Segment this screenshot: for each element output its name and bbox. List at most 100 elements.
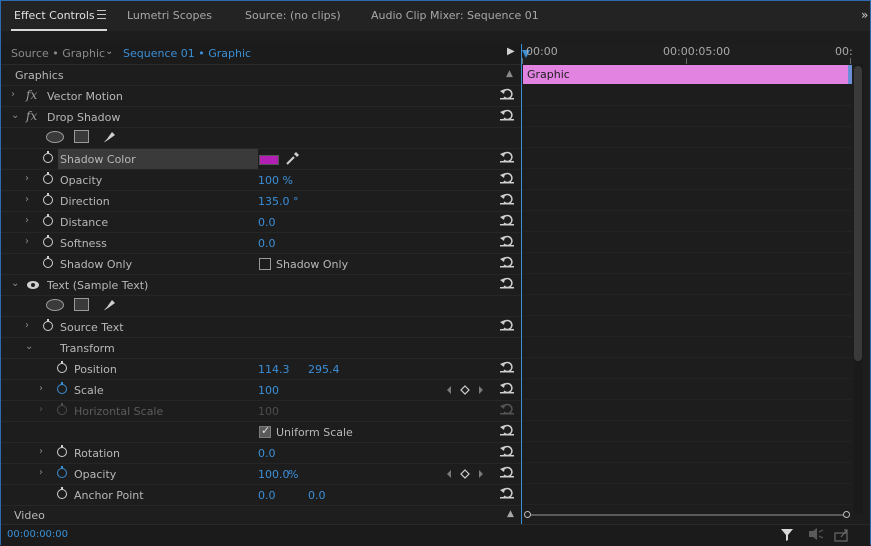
- prop-rotation[interactable]: › Rotation 0.0: [1, 443, 521, 464]
- rectangle-mask-icon[interactable]: [74, 130, 89, 143]
- chevron-down-icon[interactable]: ⌄: [11, 110, 19, 121]
- export-icon[interactable]: [834, 529, 848, 542]
- clip-end-handle[interactable]: [848, 65, 852, 84]
- prop-uniform-scale[interactable]: Uniform Scale: [1, 422, 521, 443]
- panel-menu-icon[interactable]: [97, 10, 106, 19]
- prop-transform-opacity[interactable]: › Opacity 100.0 %: [1, 464, 521, 485]
- prop-value[interactable]: 100: [258, 384, 279, 397]
- time-ruler[interactable]: 00:00 00:00:05:00 00:: [522, 44, 853, 64]
- stopwatch-icon[interactable]: [57, 466, 67, 478]
- reset-icon[interactable]: [500, 151, 514, 163]
- prop-shadow-color[interactable]: Shadow Color: [1, 149, 521, 170]
- ellipse-mask-icon[interactable]: [46, 299, 64, 311]
- reset-icon[interactable]: [500, 382, 514, 394]
- stopwatch-icon[interactable]: [43, 214, 53, 226]
- section-video[interactable]: Video ▲: [1, 507, 521, 524]
- prop-value[interactable]: 0.0: [258, 216, 276, 229]
- chevron-down-icon[interactable]: ⌄: [25, 341, 33, 352]
- chevron-right-icon[interactable]: ›: [39, 446, 43, 457]
- prop-source-text[interactable]: › Source Text: [1, 317, 521, 338]
- effect-text-layer[interactable]: ⌄ Text (Sample Text): [1, 275, 521, 296]
- prop-shadow-only[interactable]: Shadow Only Shadow Only: [1, 254, 521, 275]
- reset-icon[interactable]: [500, 214, 514, 226]
- vertical-scrollbar[interactable]: [854, 66, 862, 361]
- collapse-up-icon[interactable]: ▲: [507, 509, 514, 519]
- ellipse-mask-icon[interactable]: [46, 131, 64, 143]
- prop-distance[interactable]: › Distance 0.0: [1, 212, 521, 233]
- stopwatch-icon[interactable]: [57, 487, 67, 499]
- pen-mask-icon[interactable]: [101, 129, 117, 145]
- stopwatch-icon[interactable]: [43, 235, 53, 247]
- stopwatch-icon[interactable]: [57, 361, 67, 373]
- audio-loop-icon[interactable]: [809, 528, 824, 540]
- chevron-down-icon[interactable]: ⌄: [105, 46, 113, 57]
- prop-value[interactable]: 0.0: [258, 447, 276, 460]
- reset-icon[interactable]: [500, 361, 514, 373]
- reset-icon[interactable]: [500, 109, 514, 121]
- play-icon[interactable]: ▶: [507, 46, 515, 57]
- zoom-scrollbar[interactable]: [524, 511, 850, 519]
- anchor-x-value[interactable]: 0.0: [258, 489, 276, 502]
- reset-icon[interactable]: [500, 487, 514, 499]
- zoom-handle-right[interactable]: [843, 511, 850, 518]
- chevron-right-icon[interactable]: ›: [39, 467, 43, 478]
- eye-icon[interactable]: [27, 281, 39, 289]
- reset-icon[interactable]: [500, 466, 514, 478]
- uniform-scale-checkbox[interactable]: [259, 424, 271, 438]
- prop-opacity[interactable]: › Opacity 100 %: [1, 170, 521, 191]
- shadow-only-checkbox[interactable]: [259, 258, 271, 270]
- group-transform[interactable]: ⌄ Transform: [1, 338, 521, 359]
- prop-value[interactable]: 135.0 °: [258, 195, 299, 208]
- keyframe-nav[interactable]: [445, 385, 485, 395]
- position-y-value[interactable]: 295.4: [308, 363, 340, 376]
- stopwatch-icon[interactable]: [43, 151, 53, 163]
- reset-icon[interactable]: [500, 88, 514, 100]
- prop-direction[interactable]: › Direction 135.0 °: [1, 191, 521, 212]
- tab-audio-clip-mixer[interactable]: Audio Clip Mixer: Sequence 01: [371, 9, 539, 22]
- stopwatch-icon[interactable]: [43, 256, 53, 268]
- effect-drop-shadow[interactable]: ⌄ fx Drop Shadow: [1, 107, 521, 128]
- prop-value[interactable]: 0.0: [258, 237, 276, 250]
- fx-icon[interactable]: fx: [26, 109, 37, 123]
- filter-icon[interactable]: [781, 529, 793, 541]
- stopwatch-icon[interactable]: [57, 445, 67, 457]
- collapse-up-icon[interactable]: ▲: [506, 69, 513, 79]
- stopwatch-icon[interactable]: [43, 319, 53, 331]
- chevron-right-icon[interactable]: ›: [39, 383, 43, 394]
- prop-scale[interactable]: › Scale 100: [1, 380, 521, 401]
- chevron-right-icon[interactable]: ›: [11, 89, 15, 100]
- overflow-icon[interactable]: »: [861, 8, 868, 22]
- keyframe-nav[interactable]: [445, 469, 485, 479]
- reset-icon[interactable]: [500, 277, 514, 289]
- zoom-bar[interactable]: [530, 514, 846, 516]
- reset-icon[interactable]: [500, 445, 514, 457]
- chevron-right-icon[interactable]: ›: [25, 173, 29, 184]
- tab-lumetri-scopes[interactable]: Lumetri Scopes: [127, 9, 212, 22]
- rectangle-mask-icon[interactable]: [74, 298, 89, 311]
- current-timecode[interactable]: 00:00:00:00: [7, 529, 68, 540]
- prop-anchor-point[interactable]: Anchor Point 0.0 0.0: [1, 485, 521, 506]
- anchor-y-value[interactable]: 0.0: [308, 489, 326, 502]
- graphic-clip[interactable]: Graphic: [523, 65, 848, 84]
- zoom-handle-left[interactable]: [524, 511, 531, 518]
- eyedropper-icon[interactable]: [286, 151, 300, 165]
- chevron-right-icon[interactable]: ›: [25, 215, 29, 226]
- chevron-right-icon[interactable]: ›: [25, 236, 29, 247]
- prop-position[interactable]: Position 114.3 295.4: [1, 359, 521, 380]
- prop-softness[interactable]: › Softness 0.0: [1, 233, 521, 254]
- stopwatch-icon[interactable]: [43, 193, 53, 205]
- reset-icon[interactable]: [500, 235, 514, 247]
- reset-icon[interactable]: [500, 172, 514, 184]
- tab-source[interactable]: Source: (no clips): [245, 9, 341, 22]
- color-swatch[interactable]: [259, 155, 279, 165]
- sequence-clip-label[interactable]: Sequence 01 • Graphic: [123, 47, 251, 60]
- reset-icon[interactable]: [500, 193, 514, 205]
- pen-mask-icon[interactable]: [101, 297, 117, 313]
- reset-icon[interactable]: [500, 319, 514, 331]
- fx-icon[interactable]: fx: [26, 88, 37, 102]
- tab-effect-controls[interactable]: Effect Controls: [14, 9, 95, 22]
- chevron-down-icon[interactable]: ⌄: [11, 278, 19, 289]
- chevron-right-icon[interactable]: ›: [25, 320, 29, 331]
- position-x-value[interactable]: 114.3: [258, 363, 290, 376]
- stopwatch-icon[interactable]: [43, 172, 53, 184]
